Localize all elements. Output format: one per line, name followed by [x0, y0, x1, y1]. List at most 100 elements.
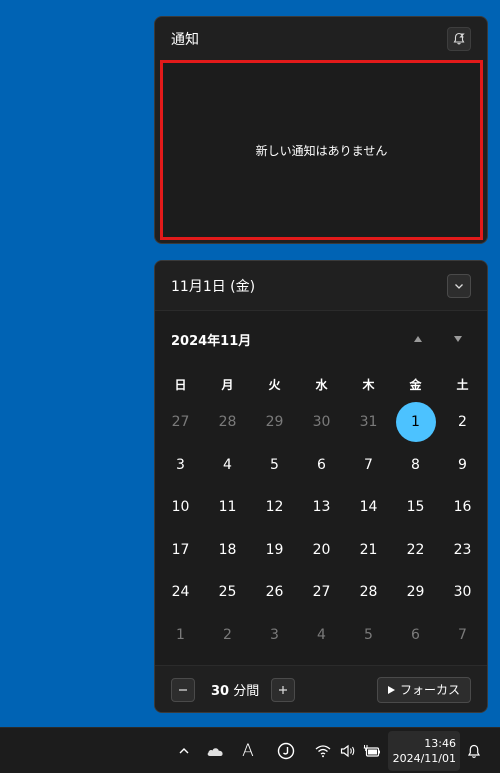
calendar-day[interactable]: 19	[255, 530, 295, 570]
ime-mode-button[interactable]: A	[238, 741, 258, 761]
calendar-day[interactable]: 16	[443, 487, 483, 527]
calendar-day[interactable]: 22	[396, 530, 436, 570]
calendar-week-row: 27 28 29 30 31 1 2	[155, 401, 487, 444]
calendar-day[interactable]: 17	[161, 530, 201, 570]
calendar-day[interactable]: 27	[161, 402, 201, 442]
calendar-week-row: 17 18 19 20 21 22 23	[155, 529, 487, 572]
notification-title: 通知	[171, 32, 199, 48]
battery-button[interactable]	[362, 741, 382, 761]
triangle-up-icon	[414, 336, 422, 342]
wifi-icon	[315, 745, 331, 758]
bell-icon	[467, 744, 481, 758]
app-j-icon	[277, 742, 295, 760]
decrease-duration-button[interactable]	[171, 677, 195, 702]
plus-icon	[279, 685, 288, 694]
calendar-day[interactable]: 7	[443, 615, 483, 655]
calendar-day[interactable]: 9	[443, 445, 483, 485]
calendar-day[interactable]: 1	[161, 615, 201, 655]
do-not-disturb-button[interactable]	[447, 27, 471, 51]
calendar-body: 2024年11月 日月火水木金土 27 28 29 30 31 1 2 3 4 5 6 7 8 9 10 11…	[155, 311, 487, 665]
calendar-day[interactable]: 29	[255, 402, 295, 442]
calendar-day[interactable]: 15	[396, 487, 436, 527]
volume-button[interactable]	[338, 741, 358, 761]
month-navigation	[409, 330, 471, 348]
focus-button-label: フォーカス	[399, 683, 460, 697]
weekday-label: 日	[174, 377, 187, 392]
bell-snooze-icon	[453, 32, 465, 45]
calendar-day[interactable]: 5	[255, 445, 295, 485]
calendar-day[interactable]: 4	[302, 615, 342, 655]
weekday-header-row: 日月火水木金土	[155, 367, 487, 401]
chevron-up-icon	[179, 748, 189, 754]
calendar-week-row: 10 11 12 13 14 15 16	[155, 486, 487, 529]
weekday-label: 火	[268, 377, 281, 392]
calendar-day[interactable]: 10	[161, 487, 201, 527]
onedrive-button[interactable]	[205, 741, 225, 761]
calendar-day[interactable]: 27	[302, 572, 342, 612]
start-focus-button[interactable]: フォーカス	[376, 676, 471, 703]
weekday-label: 月	[221, 377, 234, 392]
clock-time: 13:46	[424, 737, 456, 750]
clock-date: 2024/11/01	[392, 752, 456, 765]
calendar-day[interactable]: 18	[208, 530, 248, 570]
volume-icon	[340, 744, 355, 758]
increase-duration-button[interactable]	[271, 677, 296, 702]
weekday-label: 木	[362, 377, 375, 392]
calendar-day[interactable]: 14	[349, 487, 389, 527]
ime-mode-icon: A	[242, 741, 254, 761]
calendar-day[interactable]: 3	[255, 615, 295, 655]
calendar-day[interactable]: 20	[302, 530, 342, 570]
calendar-grid: 27 28 29 30 31 1 2 3 4 5 6 7 8 9 10 11 12 13 14 15 16 17 18 19 2…	[155, 401, 487, 656]
focus-session-bar: 30 分間 フォーカス	[155, 665, 487, 712]
show-hidden-icons-button[interactable]	[174, 741, 194, 761]
onedrive-cloud-icon	[207, 748, 223, 756]
calendar-day[interactable]: 2	[208, 615, 248, 655]
calendar-day[interactable]: 5	[349, 615, 389, 655]
triangle-down-icon	[454, 336, 462, 342]
calendar-day[interactable]: 31	[349, 402, 389, 442]
calendar-day[interactable]: 28	[208, 402, 248, 442]
calendar-day[interactable]: 7	[349, 445, 389, 485]
focus-duration-minutes: 30	[211, 684, 230, 699]
month-title[interactable]: 2024年11月	[171, 330, 251, 349]
calendar-week-row: 1234567	[155, 614, 487, 657]
calendar-day[interactable]: 11	[208, 487, 248, 527]
calendar-day[interactable]: 3	[161, 445, 201, 485]
calendar-day[interactable]: 6	[396, 615, 436, 655]
calendar-day[interactable]: 8	[396, 445, 436, 485]
calendar-day[interactable]: 4	[208, 445, 248, 485]
previous-month-button[interactable]	[409, 330, 427, 348]
calendar-day[interactable]: 28	[349, 572, 389, 612]
calendar-day[interactable]: 23	[443, 530, 483, 570]
notification-list-empty: 新しい通知はありません	[160, 60, 483, 240]
battery-plug-icon	[363, 745, 380, 757]
calendar-day[interactable]: 24	[161, 572, 201, 612]
calendar-day[interactable]: 25	[208, 572, 248, 612]
network-button[interactable]	[313, 741, 333, 761]
next-month-button[interactable]	[449, 330, 467, 348]
calendar-day[interactable]: 29	[396, 572, 436, 612]
taskbar-clock[interactable]: 13:46 2024/11/01	[388, 731, 460, 771]
weekday-label: 土	[456, 377, 469, 392]
focus-duration: 30 分間	[211, 680, 259, 699]
month-header: 2024年11月	[155, 311, 487, 367]
calendar-day[interactable]: 13	[302, 487, 342, 527]
calendar-week-row: 3456789	[155, 444, 487, 487]
calendar-day[interactable]: 12	[255, 487, 295, 527]
weekday-label: 金	[409, 377, 422, 392]
calendar-day[interactable]: 30	[443, 572, 483, 612]
notification-center: 通知 新しい通知はありません	[154, 16, 488, 244]
calendar-day[interactable]: 26	[255, 572, 295, 612]
notification-header: 通知	[155, 17, 487, 61]
calendar-week-row: 24 25 26 27 28 29 30	[155, 571, 487, 614]
calendar-day[interactable]: 6	[302, 445, 342, 485]
minus-icon	[179, 688, 187, 691]
calendar-day[interactable]: 30	[302, 402, 342, 442]
calendar-day-today[interactable]: 1	[395, 402, 436, 443]
notification-center-button[interactable]	[464, 741, 484, 761]
calendar-date-header: 11月1日 (金)	[155, 261, 487, 311]
calendar-day[interactable]: 21	[349, 530, 389, 570]
calendar-day[interactable]: 2	[443, 402, 483, 442]
app-tray-button[interactable]	[276, 741, 296, 761]
collapse-calendar-button[interactable]	[447, 273, 471, 298]
